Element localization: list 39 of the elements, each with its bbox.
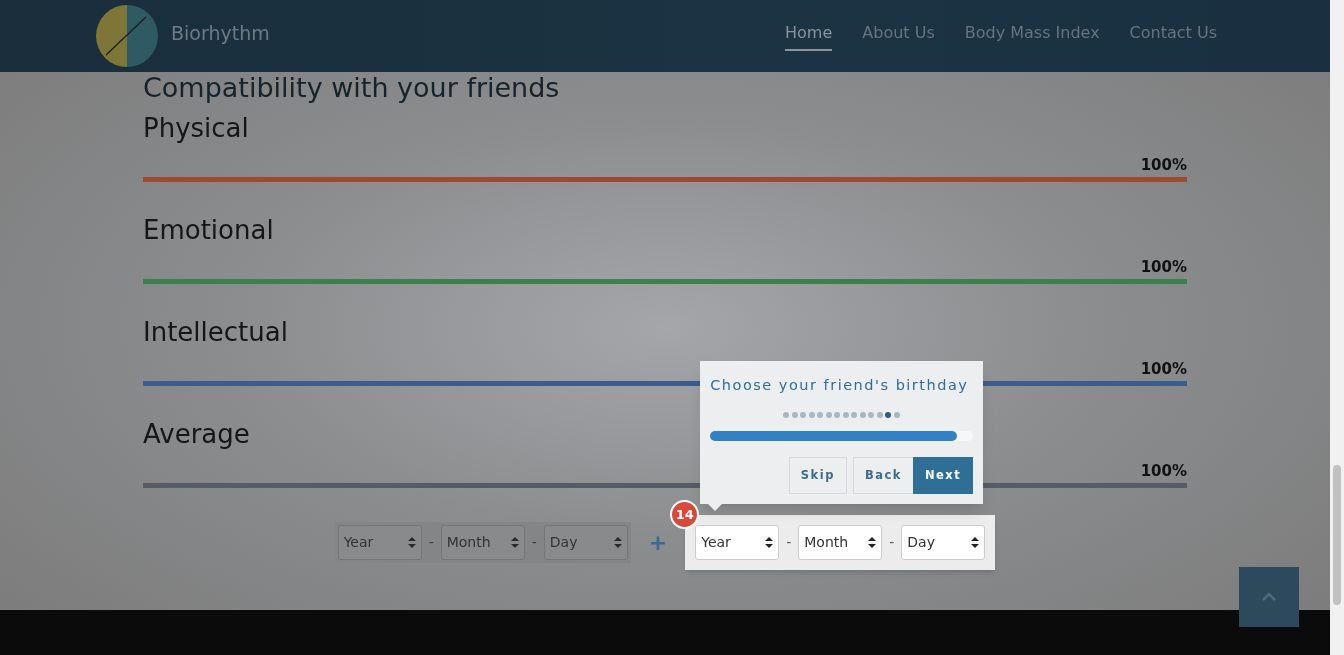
tour-title: Choose your friend's birthday — [710, 376, 970, 396]
nav-link[interactable]: Contact Us — [1129, 21, 1217, 51]
next-button[interactable]: Next — [912, 457, 974, 494]
dropdown[interactable]: Year — [695, 525, 780, 560]
brand-name[interactable]: Biorhythm — [171, 18, 270, 48]
dropdown[interactable]: Year — [337, 525, 422, 560]
dropdown[interactable]: Day — [543, 525, 628, 560]
up-down-arrows-icon — [868, 537, 877, 548]
dropdown[interactable]: Day — [901, 525, 986, 560]
nav-link[interactable]: Home — [785, 21, 833, 51]
dropdown[interactable]: Month — [440, 525, 525, 560]
up-down-arrows-icon — [510, 537, 519, 548]
skip-button[interactable]: Skip — [788, 457, 847, 494]
dropdown[interactable]: Month — [798, 525, 883, 560]
percent-reading: 100% — [1140, 461, 1187, 481]
nav-link[interactable]: About Us — [862, 21, 935, 51]
logo-icon[interactable] — [96, 5, 158, 67]
step-badge: 14 — [670, 500, 700, 529]
nav-link[interactable]: Body Mass Index — [964, 21, 1100, 51]
up-down-arrows-icon — [971, 537, 980, 548]
percent-reading: 100% — [1140, 359, 1187, 379]
back-button[interactable]: Back — [852, 457, 913, 494]
separator-text: - — [786, 533, 792, 552]
separator-text: - — [428, 533, 434, 552]
scrollbar[interactable] — [1330, 0, 1344, 655]
cycle-title: Physical — [143, 113, 250, 143]
cycle-title: Average — [143, 419, 251, 449]
section-heading: Compatibility with your friends — [143, 73, 561, 103]
cycle-title: Intellectual — [143, 317, 289, 347]
chevron-up-icon — [1261, 592, 1277, 602]
up-down-arrows-icon — [613, 537, 622, 548]
back-to-top-button[interactable] — [1239, 567, 1299, 627]
separator-text: - — [531, 533, 537, 552]
percent-reading: 100% — [1140, 155, 1187, 175]
up-down-arrows-icon — [407, 537, 416, 548]
separator-text: - — [889, 533, 895, 552]
up-down-arrows-icon — [765, 537, 774, 548]
cycle-title: Emotional — [143, 215, 275, 245]
percent-reading: 100% — [1140, 257, 1187, 277]
